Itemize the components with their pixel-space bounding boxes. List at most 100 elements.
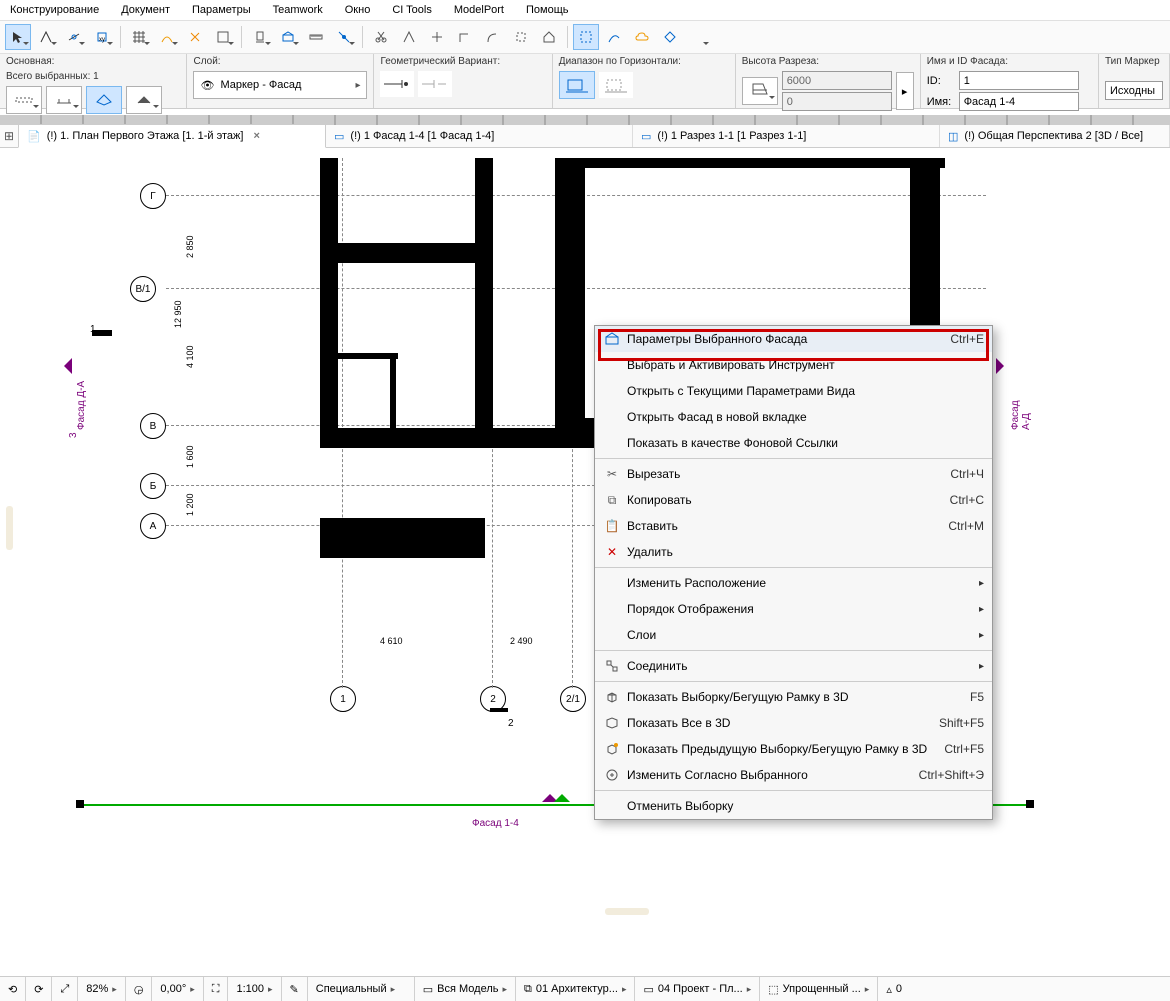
handle[interactable]	[605, 908, 649, 915]
menu-item[interactable]: Помощь	[522, 2, 573, 18]
ctx-display-order-submenu[interactable]: Порядок Отображения▸	[595, 596, 992, 622]
tool-icon[interactable]	[424, 24, 450, 50]
menu-item[interactable]: Окно	[341, 2, 375, 18]
endpoint-handle[interactable]	[1026, 800, 1034, 808]
info-bar: Основная: Всего выбранных: 1 Слой: 👁 Мар…	[0, 54, 1170, 109]
ctx-label: Открыть Фасад в новой вкладке	[627, 410, 807, 424]
layer-selector[interactable]: 👁 Маркер - Фасад ▸	[193, 71, 367, 99]
id-field[interactable]: 1	[959, 71, 1079, 90]
tool-icon[interactable]	[154, 24, 180, 50]
model-dropdown[interactable]: ▭ Вся Модель ▸	[415, 977, 516, 1001]
simplified-dropdown[interactable]: ⬚ Упрощенный ... ▸	[760, 977, 878, 1001]
tool-icon[interactable]: xy	[89, 24, 115, 50]
marker-type-field[interactable]: Исходны	[1105, 81, 1163, 100]
elevation-label: Фасад А-Д	[1010, 400, 1032, 430]
ctx-connect-submenu[interactable]: Соединить▸	[595, 653, 992, 679]
tool-icon[interactable]	[573, 24, 599, 50]
nav-back-button[interactable]: ⟲	[0, 977, 26, 1001]
zoom-fit-button[interactable]: ⤢	[52, 977, 78, 1001]
ctx-label: Изменить Согласно Выбранного	[627, 768, 808, 782]
hrange-option[interactable]	[599, 72, 633, 98]
layers-dropdown[interactable]: ⧉ 01 Архитектур... ▸	[516, 977, 635, 1001]
tool-icon[interactable]	[480, 24, 506, 50]
hrange-option[interactable]	[559, 71, 595, 99]
tool-icon[interactable]	[508, 24, 534, 50]
ctx-show-prev-3d[interactable]: Показать Предыдущую Выборку/Бегущую Рамк…	[595, 736, 992, 762]
ctx-select-activate[interactable]: Выбрать и Активировать Инструмент	[595, 352, 992, 378]
ctx-shortcut: Ctrl+Ч	[950, 467, 984, 481]
show3d-icon	[603, 688, 621, 706]
ctx-layers-submenu[interactable]: Слои▸	[595, 622, 992, 648]
nav-fwd-button[interactable]: ⟳	[26, 977, 52, 1001]
tool-icon[interactable]	[601, 24, 627, 50]
tool-icon[interactable]	[657, 24, 683, 50]
ctx-label: Слои	[627, 628, 656, 642]
cube-icon: ◫	[948, 130, 958, 143]
mode-button[interactable]	[126, 86, 162, 114]
ctx-show-all-3d[interactable]: Показать Все в 3DShift+F5	[595, 710, 992, 736]
tool-icon[interactable]	[247, 24, 273, 50]
tool-icon[interactable]	[331, 24, 357, 50]
menu-item[interactable]: Конструирование	[6, 2, 103, 18]
tool-icon[interactable]	[275, 24, 301, 50]
cut-icon[interactable]	[742, 77, 778, 105]
name-field[interactable]: Фасад 1-4	[959, 92, 1079, 111]
zoom-value[interactable]: 82% ▸	[78, 977, 126, 1001]
cloud-tool-icon[interactable]	[629, 24, 655, 50]
ctx-cut[interactable]: ✂ВырезатьCtrl+Ч	[595, 461, 992, 487]
angle-button[interactable]: ◶	[126, 977, 153, 1001]
ctx-open-new-tab[interactable]: Открыть Фасад в новой вкладке	[595, 404, 992, 430]
menu-item[interactable]: CI Tools	[388, 2, 436, 18]
tab-3d[interactable]: ◫ (!) Общая Перспектива 2 [3D / Все]	[940, 125, 1170, 147]
menu-item[interactable]: Параметры	[188, 2, 255, 18]
tab-section[interactable]: ▭ (!) 1 Разрез 1-1 [1 Разрез 1-1]	[633, 125, 940, 147]
ctx-delete[interactable]: ✕Удалить	[595, 539, 992, 565]
ctx-show-selection-3d[interactable]: Показать Выборку/Бегущую Рамку в 3DF5	[595, 684, 992, 710]
cut-expand-button[interactable]: ▸	[896, 72, 914, 110]
ctx-modify-selected[interactable]: Изменить Согласно ВыбранногоCtrl+Shift+Э	[595, 762, 992, 788]
tool-icon[interactable]	[396, 24, 422, 50]
tool-icon[interactable]	[33, 24, 59, 50]
ctx-open-current-view[interactable]: Открыть с Текущими Параметрами Вида	[595, 378, 992, 404]
tab-grid-button[interactable]: ⊞	[0, 129, 18, 143]
handle[interactable]	[6, 506, 13, 550]
tool-icon[interactable]	[61, 24, 87, 50]
tab-elevation[interactable]: ▭ (!) 1 Фасад 1-4 [1 Фасад 1-4]	[326, 125, 633, 147]
pen-button[interactable]: ✎	[282, 977, 308, 1001]
geom-option-icon[interactable]	[418, 71, 452, 97]
cursor-tool-icon[interactable]	[5, 24, 31, 50]
cut-tool-icon[interactable]	[368, 24, 394, 50]
menu-item[interactable]: Teamwork	[269, 2, 327, 18]
selection-count[interactable]: ▵ 0	[878, 977, 910, 1001]
tool-dropdown-icon[interactable]	[685, 24, 711, 50]
geom-option-icon[interactable]	[380, 71, 414, 97]
ctx-copy[interactable]: ⧉КопироватьCtrl+C	[595, 487, 992, 513]
menu-item[interactable]: Документ	[117, 2, 174, 18]
close-icon[interactable]: ×	[253, 130, 259, 142]
scale-value[interactable]: 1:100 ▸	[228, 977, 281, 1001]
ctx-deselect[interactable]: Отменить Выборку	[595, 793, 992, 819]
tab-floorplan[interactable]: 📄 (!) 1. План Первого Этажа [1. 1-й этаж…	[18, 124, 326, 148]
ctx-move-submenu[interactable]: Изменить Расположение▸	[595, 570, 992, 596]
special-dropdown[interactable]: Специальный ▸	[308, 977, 415, 1001]
grid-tool-icon[interactable]	[126, 24, 152, 50]
tool-icon[interactable]	[452, 24, 478, 50]
scale-button[interactable]: ⛶	[204, 977, 229, 1001]
elevation-marker-icon	[56, 358, 72, 374]
ruler-tool-icon[interactable]	[303, 24, 329, 50]
mode-button[interactable]	[46, 86, 82, 114]
project-dropdown[interactable]: ▭ 04 Проект - Пл... ▸	[635, 977, 760, 1001]
mode-button[interactable]	[6, 86, 42, 114]
tool-icon[interactable]	[182, 24, 208, 50]
ctx-selected-elevation-params[interactable]: Параметры Выбранного Фасада Ctrl+E	[595, 326, 992, 352]
drawing-canvas[interactable]: Г В/1 В Б А 1 2 2/1 2 850 12 950 4 100	[0, 148, 1170, 918]
mode-button[interactable]	[86, 86, 122, 114]
ctx-show-trace[interactable]: Показать в качестве Фоновой Ссылки	[595, 430, 992, 456]
ctx-paste[interactable]: 📋ВставитьCtrl+M	[595, 513, 992, 539]
menu-item[interactable]: ModelPort	[450, 2, 508, 18]
home-tool-icon[interactable]	[536, 24, 562, 50]
angle-value[interactable]: 0,00° ▸	[152, 977, 203, 1001]
endpoint-handle[interactable]	[76, 800, 84, 808]
menu-bar: Конструирование Документ Параметры Teamw…	[0, 0, 1170, 20]
tool-icon[interactable]	[210, 24, 236, 50]
